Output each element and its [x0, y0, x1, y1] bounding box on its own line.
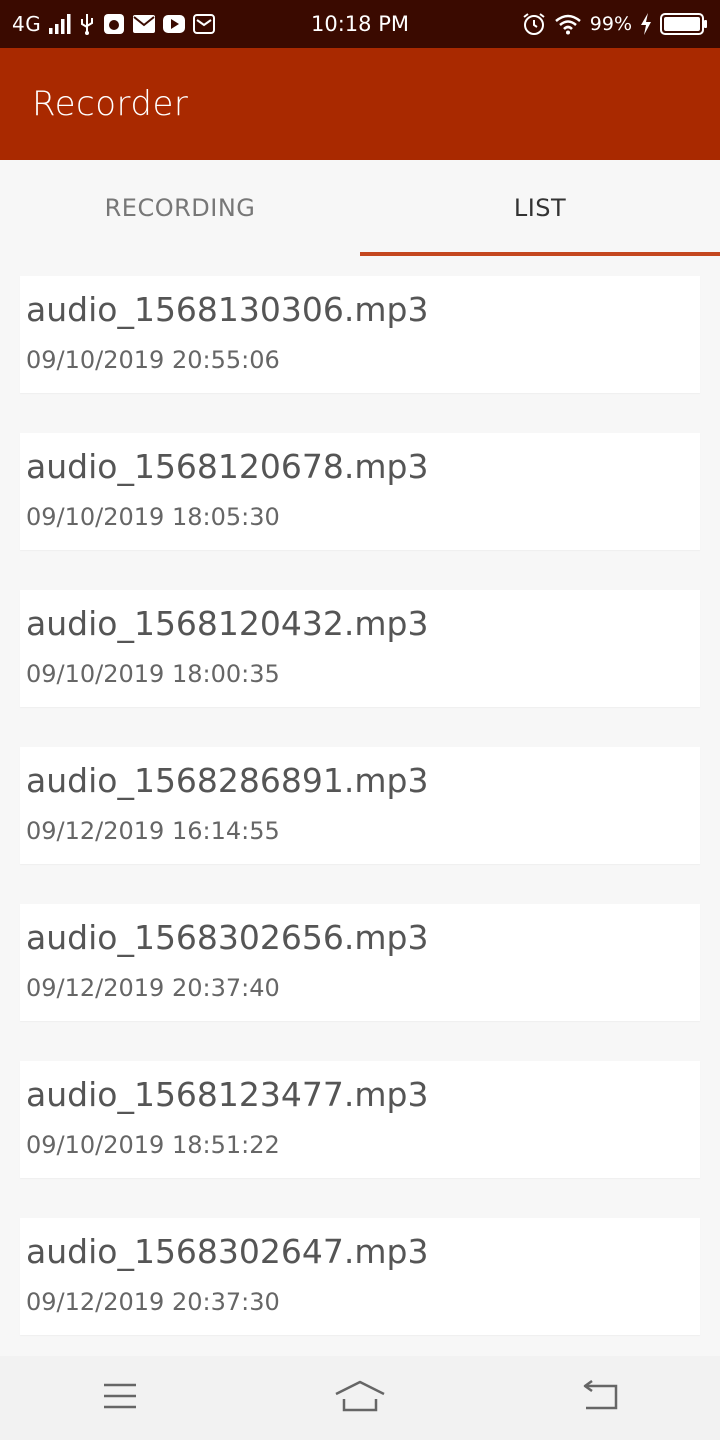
list-item[interactable]: audio_1568120678.mp3 09/10/2019 18:05:30 — [20, 433, 700, 550]
app-bar: Recorder — [0, 48, 720, 160]
usb-icon — [79, 13, 95, 35]
battery-icon — [660, 13, 708, 35]
status-left: 4G — [12, 12, 360, 36]
file-name: audio_1568130306.mp3 — [26, 290, 429, 329]
recordings-list: audio_1568130306.mp3 09/10/2019 20:55:06… — [20, 276, 700, 1375]
file-name: audio_1568123477.mp3 — [26, 1075, 429, 1114]
list-item[interactable]: audio_1568286891.mp3 09/12/2019 16:14:55 — [20, 747, 700, 864]
file-name: audio_1568120678.mp3 — [26, 447, 429, 486]
file-date: 09/12/2019 20:37:30 — [26, 1288, 280, 1316]
home-button[interactable] — [240, 1356, 480, 1440]
file-date: 09/12/2019 20:37:40 — [26, 974, 280, 1002]
alarm-icon — [522, 12, 546, 36]
back-icon — [580, 1379, 620, 1416]
tab-recording[interactable]: RECORDING — [0, 160, 360, 256]
message-icon — [193, 14, 216, 34]
file-date: 09/12/2019 16:14:55 — [26, 817, 280, 845]
file-name: audio_1568120432.mp3 — [26, 604, 429, 643]
debug-icon — [103, 13, 125, 35]
list-item[interactable]: audio_1568302656.mp3 09/12/2019 20:37:40 — [20, 904, 700, 1021]
tab-bar: RECORDING LIST — [0, 160, 720, 256]
navigation-bar — [0, 1356, 720, 1440]
tab-list[interactable]: LIST — [360, 160, 720, 256]
list-item[interactable]: audio_1568123477.mp3 09/10/2019 18:51:22 — [20, 1061, 700, 1178]
list-item[interactable]: audio_1568130306.mp3 09/10/2019 20:55:06 — [20, 276, 700, 393]
battery-percent: 99% — [589, 13, 632, 35]
mail-icon — [133, 15, 156, 33]
wifi-icon — [554, 13, 582, 35]
status-bar: 4G 10:18 PM 99% — [0, 0, 720, 48]
signal-icon — [49, 14, 71, 34]
charging-icon — [640, 13, 652, 35]
file-name: audio_1568302656.mp3 — [26, 918, 429, 957]
youtube-icon — [163, 15, 186, 33]
file-date: 09/10/2019 18:00:35 — [26, 660, 280, 688]
back-button[interactable] — [480, 1356, 720, 1440]
file-name: audio_1568302647.mp3 — [26, 1232, 429, 1271]
list-item[interactable]: audio_1568302647.mp3 09/12/2019 20:37:30 — [20, 1218, 700, 1335]
menu-icon — [102, 1382, 138, 1414]
menu-button[interactable] — [0, 1356, 240, 1440]
file-date: 09/10/2019 18:51:22 — [26, 1131, 280, 1159]
app-title: Recorder — [32, 84, 189, 124]
status-right: 99% — [360, 12, 708, 36]
file-date: 09/10/2019 18:05:30 — [26, 503, 280, 531]
file-name: audio_1568286891.mp3 — [26, 761, 429, 800]
network-type: 4G — [12, 12, 42, 36]
list-item[interactable]: audio_1568120432.mp3 09/10/2019 18:00:35 — [20, 590, 700, 707]
file-date: 09/10/2019 20:55:06 — [26, 346, 280, 374]
home-icon — [334, 1379, 386, 1417]
